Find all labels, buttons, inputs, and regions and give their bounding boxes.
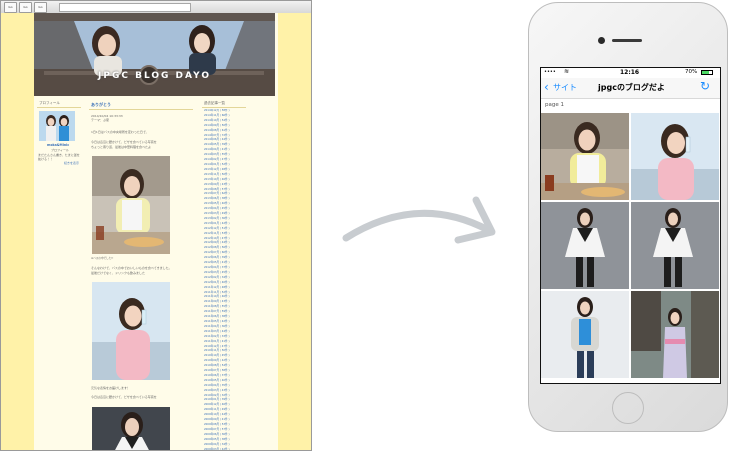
post-text: そんなわけで、バスの中でおいしいものを食べてきました。 xyxy=(91,266,172,270)
archive-list: 2014年12月 ( 58件 ) 2014年11月 ( 66件 ) 2014年10月… xyxy=(204,109,250,450)
sidebar-divider xyxy=(37,107,81,108)
grid-photo-studio-2[interactable] xyxy=(631,202,719,289)
post-theme[interactable]: テーマ：ぷ夏 xyxy=(91,118,109,122)
sidebar-heading: プロフィール xyxy=(39,101,60,105)
profile-image[interactable] xyxy=(39,111,75,141)
reload-button[interactable]: Go xyxy=(34,2,47,13)
post-title[interactable]: ありがとう xyxy=(91,102,111,108)
yukata-thumbnail xyxy=(631,291,719,378)
post-photo-dark[interactable] xyxy=(92,407,170,450)
archive-link[interactable]: 2009年03月 ( 42件 ) xyxy=(204,448,250,450)
studio-thumbnail xyxy=(541,202,629,289)
post-text: 元気な表情をお届けします！ xyxy=(91,386,131,390)
profile-name[interactable]: moka&Minic xyxy=(47,143,69,147)
grid-photo-yukata[interactable] xyxy=(631,291,719,378)
phone-screen: •••• ≋ 12:16 70% ‹ サイト jpgcのブログだよ ↻ page… xyxy=(540,67,721,384)
grid-photo-studio-1[interactable] xyxy=(541,202,629,289)
nav-title: jpgcのブログだよ xyxy=(598,83,665,92)
post-photo-drink[interactable] xyxy=(92,282,170,380)
battery-percent: 70% xyxy=(685,69,698,75)
profile-photo xyxy=(39,111,75,141)
battery-icon xyxy=(701,70,713,75)
address-bar[interactable] xyxy=(59,3,191,12)
wifi-icon: ≋ xyxy=(564,68,570,75)
post-text: ちょっと寄り道、最後は中華料理を食べたよ xyxy=(91,145,152,149)
photo-grid xyxy=(541,113,720,381)
archive-heading: 過去記事一覧 xyxy=(204,101,225,105)
pizza-photo xyxy=(92,156,170,254)
post-text: 最後だけでなく、ドリンクも飲みました xyxy=(91,271,146,275)
earpiece-speaker xyxy=(612,39,642,42)
back-button-label[interactable]: サイト xyxy=(553,82,577,93)
transition-arrow xyxy=(342,196,496,244)
grid-photo-pizza[interactable] xyxy=(541,113,629,200)
profile-description: まだたんさん書き、たまに運を拡ける ！！ xyxy=(38,153,80,161)
back-button[interactable]: Go xyxy=(4,2,17,13)
blog-header-image xyxy=(34,13,275,96)
refresh-icon[interactable]: ↻ xyxy=(700,79,710,93)
profile-more-link[interactable]: 続きを表示 xyxy=(64,161,79,165)
home-button[interactable] xyxy=(612,392,644,424)
profile-subtitle: プロフィール xyxy=(51,148,69,152)
archive-divider xyxy=(202,107,246,108)
drink-thumbnail xyxy=(631,113,719,200)
post-title-divider xyxy=(89,109,193,110)
studio-thumbnail xyxy=(631,202,719,289)
front-camera-icon xyxy=(598,37,605,44)
page-label: page 1 xyxy=(545,102,564,108)
cardigan-thumbnail xyxy=(541,291,629,378)
drink-photo xyxy=(92,282,170,380)
post-text: 今日は窓辺に腰かけて、ピザを食べている写真を xyxy=(91,395,157,399)
post-text: 今日は窓辺に腰かけて、ピザを食べている写真を xyxy=(91,140,157,144)
browser-window: Go Go Go JPGC BLOG DAYO プロフィール moka&Mini… xyxy=(0,0,312,451)
blog-site-title[interactable]: JPGC BLOG DAYO xyxy=(34,71,275,81)
photo-caption: ※バスの中でした!! xyxy=(91,257,114,260)
post-text: 1日1日はバスの中央場所を変わった日で、 xyxy=(91,130,149,134)
grid-photo-cardigan[interactable] xyxy=(541,291,629,378)
dark-photo xyxy=(92,407,170,450)
status-bar: •••• ≋ 12:16 70% xyxy=(541,68,720,78)
forward-button[interactable]: Go xyxy=(19,2,32,13)
back-chevron-icon[interactable]: ‹ xyxy=(544,80,549,94)
pizza-thumbnail xyxy=(541,113,629,200)
header-photo xyxy=(34,13,275,96)
status-time: 12:16 xyxy=(620,69,640,76)
signal-icon: •••• xyxy=(544,69,556,75)
post-photo-pizza[interactable] xyxy=(92,156,170,254)
navigation-bar: ‹ サイト jpgcのブログだよ ↻ xyxy=(541,78,720,99)
grid-photo-drink[interactable] xyxy=(631,113,719,200)
